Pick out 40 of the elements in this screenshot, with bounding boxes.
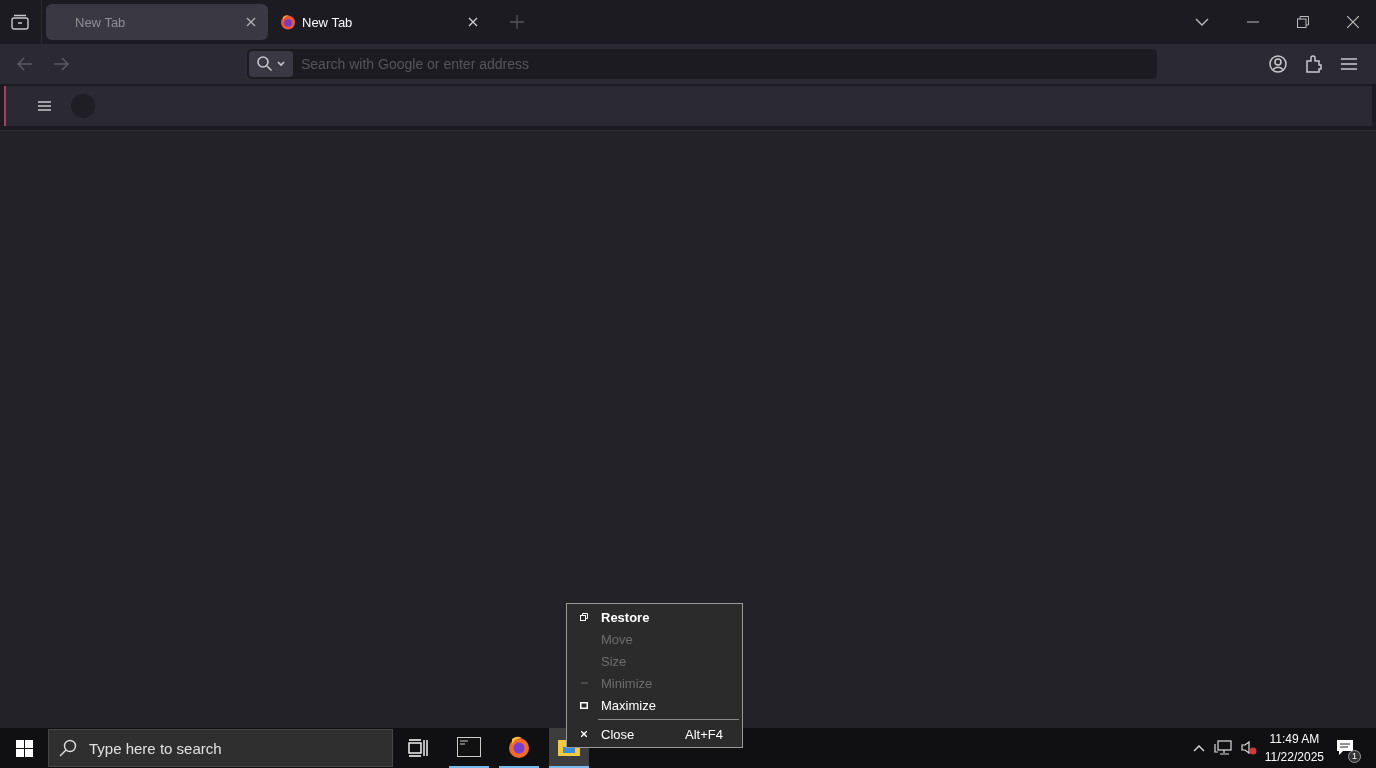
maximize-icon [580, 701, 588, 709]
terminal-icon [457, 737, 481, 757]
muted-speaker-icon[interactable] [1240, 740, 1257, 756]
tab-list-icon[interactable] [11, 14, 29, 30]
taskbar-search-field[interactable]: Type here to search [48, 729, 393, 767]
menu-item[interactable]: Restore [567, 606, 742, 628]
restore-icon [580, 613, 588, 621]
restore-icon[interactable] [1297, 16, 1309, 28]
tab-title: New Tab [302, 14, 354, 30]
clock-time: 11:49 AM [1269, 731, 1320, 748]
browser-tab[interactable]: New Tab [268, 4, 490, 40]
menu-item[interactable]: Close Alt+F4 [567, 723, 742, 745]
address-bar[interactable]: Search with Google or enter address [247, 49, 1157, 79]
puzzle-piece-icon[interactable] [1306, 55, 1322, 73]
menu-icon[interactable] [38, 101, 51, 111]
notification-icon[interactable] [1336, 739, 1354, 757]
close-icon [581, 731, 587, 737]
network-icon[interactable] [1213, 740, 1232, 756]
browser-logo-icon [280, 14, 296, 30]
browser-tab[interactable]: New Tab [46, 4, 268, 40]
close-icon[interactable] [468, 17, 478, 27]
windows-start-icon[interactable] [16, 739, 33, 757]
clock-button[interactable]: 11:49 AM 11/22/2025 [1264, 730, 1324, 766]
notification-count: 1 [1348, 750, 1361, 763]
minimize-icon [580, 682, 588, 684]
account-icon[interactable] [1269, 55, 1287, 73]
chevron-up-icon[interactable] [1192, 744, 1205, 752]
search-engine-button[interactable] [249, 51, 293, 77]
search-icon [59, 739, 77, 757]
chevron-down-icon[interactable] [1195, 18, 1209, 26]
close-icon[interactable] [1347, 16, 1359, 28]
menu-icon[interactable] [1341, 58, 1357, 70]
tab-title: New Tab [75, 14, 127, 30]
search-icon [257, 56, 285, 72]
browser-logo-icon [507, 735, 531, 759]
task-view-icon[interactable] [408, 739, 428, 757]
close-icon[interactable] [246, 17, 256, 27]
search-placeholder: Type here to search [89, 739, 222, 757]
clock-date: 11/22/2025 [1264, 749, 1324, 766]
menu-item[interactable]: Maximize [567, 694, 742, 716]
